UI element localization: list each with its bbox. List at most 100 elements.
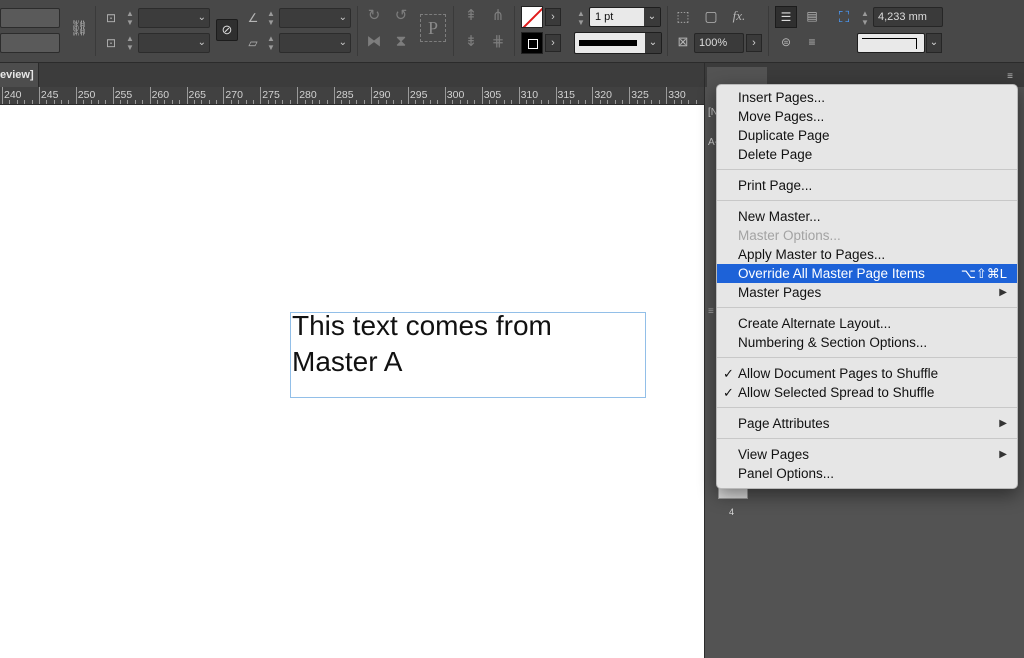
menu-item-allow-document-pages-to-shuffle[interactable]: ✓ Allow Document Pages to Shuffle: [717, 364, 1017, 383]
text-frame-indicator-icon: P: [420, 14, 446, 42]
ruler-tick: [216, 100, 218, 104]
menu-item-allow-selected-spread-to-shuffle[interactable]: ✓ Allow Selected Spread to Shuffle: [717, 383, 1017, 402]
ruler-tick: [9, 100, 11, 104]
stroke-swatch-chevron-icon[interactable]: ›: [545, 34, 561, 52]
stroke-swatch[interactable]: [521, 32, 543, 54]
ruler-tick: [607, 100, 609, 104]
opacity-chevron-icon[interactable]: ›: [746, 34, 762, 52]
corner-shape-select[interactable]: [857, 33, 925, 53]
panel-divider-grip-icon[interactable]: ≡: [708, 306, 714, 317]
width-value-field[interactable]: 4,233 mm: [873, 7, 943, 27]
ruler-tick: [230, 100, 232, 104]
select-container-icon[interactable]: ⇞: [460, 6, 482, 26]
rotate-stepper[interactable]: ▲ ▼: [266, 9, 276, 27]
menu-item-override-all-master-page-items[interactable]: Override All Master Page Items ⌥⇧⌘L: [717, 264, 1017, 283]
menu-item-shortcut: ⌥⇧⌘L: [960, 266, 1007, 281]
frame-text[interactable]: This text comes from Master A: [292, 308, 642, 380]
page-canvas[interactable]: This text comes from Master A: [0, 105, 704, 658]
align-center-icon[interactable]: ▤: [801, 6, 823, 26]
menu-item-new-master[interactable]: New Master...: [717, 207, 1017, 226]
ruler-tick: [83, 100, 85, 104]
ruler-tick: [548, 100, 550, 104]
ruler-tick: [415, 100, 417, 104]
chevron-down-icon[interactable]: ⌄: [339, 34, 347, 52]
ruler-tick: [326, 100, 328, 104]
select-content-icon[interactable]: ⇟: [460, 32, 482, 52]
checkmark-icon: ✓: [723, 385, 734, 400]
ruler-tick-label: 250: [77, 89, 96, 101]
height-stepper[interactable]: ▲ ▼: [125, 34, 135, 52]
chevron-down-icon[interactable]: ⌄: [198, 34, 206, 52]
menu-item-apply-master-to-pages[interactable]: Apply Master to Pages...: [717, 245, 1017, 264]
select-next-icon[interactable]: ⋕: [487, 32, 509, 52]
link-icon[interactable]: ⊘: [216, 19, 238, 41]
menu-item-panel-options[interactable]: Panel Options...: [717, 464, 1017, 483]
effects-icon[interactable]: fx.: [728, 6, 750, 26]
width-stepper[interactable]: ▲ ▼: [125, 9, 135, 27]
drop-shadow-icon[interactable]: ▢: [700, 6, 722, 26]
menu-item-delete-page[interactable]: Delete Page: [717, 145, 1017, 164]
select-previous-icon[interactable]: ⋔: [487, 6, 509, 26]
chevron-down-icon[interactable]: ⌄: [644, 8, 660, 26]
ruler-tick: [629, 87, 631, 104]
height-field[interactable]: ⌄: [138, 33, 210, 53]
auto-fit-icon[interactable]: ⛶: [834, 8, 854, 28]
ruler-tick: [496, 100, 498, 104]
ruler-tick-label: 245: [40, 89, 59, 101]
align-justify-icon[interactable]: ⊜: [775, 32, 797, 52]
chevron-down-icon[interactable]: ⌄: [645, 33, 661, 53]
menu-item-master-pages[interactable]: Master Pages ▶: [717, 283, 1017, 302]
fill-none-swatch[interactable]: [521, 6, 543, 28]
rotate-clockwise-icon[interactable]: ↻: [363, 6, 385, 26]
ruler-tick: [289, 100, 291, 104]
fill-swatch-chevron-icon[interactable]: ›: [545, 8, 561, 26]
menu-item-page-attributes[interactable]: Page Attributes ▶: [717, 414, 1017, 433]
menu-item-insert-pages[interactable]: Insert Pages...: [717, 88, 1017, 107]
width-field[interactable]: ⌄: [138, 8, 210, 28]
rotate-counterclockwise-icon[interactable]: ↺: [390, 6, 412, 26]
menu-item-duplicate-page[interactable]: Duplicate Page: [717, 126, 1017, 145]
flip-horizontal-icon[interactable]: ⧓: [363, 32, 385, 52]
ruler-tick-label: 265: [188, 89, 207, 101]
menu-item-view-pages[interactable]: View Pages ▶: [717, 445, 1017, 464]
width-value-stepper[interactable]: ▲ ▼: [860, 9, 870, 27]
ruler-tick: [112, 87, 114, 104]
ruler-tick: [636, 100, 638, 104]
shear-field[interactable]: ⌄: [279, 33, 351, 53]
text-frame[interactable]: This text comes from Master A: [290, 310, 646, 398]
ruler-tick-label: 325: [631, 89, 649, 101]
menu-item-label: Panel Options...: [738, 466, 835, 481]
menu-item-move-pages[interactable]: Move Pages...: [717, 107, 1017, 126]
frame-fitting-icon[interactable]: ⬚: [672, 6, 694, 26]
align-top-icon[interactable]: ☰: [775, 6, 797, 28]
flip-vertical-icon[interactable]: ⧗: [390, 32, 412, 52]
constrain-proportions-icon[interactable]: ⛓: [68, 19, 90, 39]
menu-item-numbering-section-options[interactable]: Numbering & Section Options...: [717, 333, 1017, 352]
document-tab[interactable]: eview]: [0, 63, 39, 87]
opacity-field[interactable]: 100%: [694, 33, 744, 53]
menu-item-label: Master Options...: [738, 228, 841, 243]
menu-separator: [717, 357, 1017, 358]
ruler-tick: [533, 100, 535, 104]
ruler-tick: [592, 87, 594, 104]
control-toolbar: ⛓ ⊡ ▲ ▼ ⌄ ⊡ ▲ ▼ ⌄ ⊘ ∠ ▲ ▼ ⌄ ▱ ▲ ▼ ⌄ ↻ ↺ ⧓ ⧗ …: [0, 0, 1024, 63]
stroke-type-select[interactable]: ⌄: [574, 32, 662, 54]
stroke-weight-field[interactable]: 1 pt ⌄: [589, 7, 661, 27]
align-bottom-icon[interactable]: ≡: [801, 32, 823, 52]
ruler-tick: [503, 100, 505, 104]
ruler-tick-label: 275: [262, 89, 280, 101]
chevron-down-icon[interactable]: ⌄: [339, 9, 347, 27]
menu-item-create-alternate-layout[interactable]: Create Alternate Layout...: [717, 314, 1017, 333]
menu-item-print-page[interactable]: Print Page...: [717, 176, 1017, 195]
chevron-down-icon[interactable]: ⌄: [198, 9, 206, 27]
rotate-field[interactable]: ⌄: [279, 8, 351, 28]
shear-stepper[interactable]: ▲ ▼: [266, 34, 276, 52]
ruler-tick: [466, 100, 468, 104]
stroke-weight-stepper[interactable]: ▲ ▼: [576, 9, 586, 27]
ruler-tick: [238, 100, 240, 104]
ruler-tick: [422, 100, 424, 104]
x-position-field[interactable]: [0, 8, 60, 28]
y-position-field[interactable]: [0, 33, 60, 53]
ruler-tick: [481, 87, 483, 104]
chevron-down-icon[interactable]: ⌄: [926, 33, 942, 53]
